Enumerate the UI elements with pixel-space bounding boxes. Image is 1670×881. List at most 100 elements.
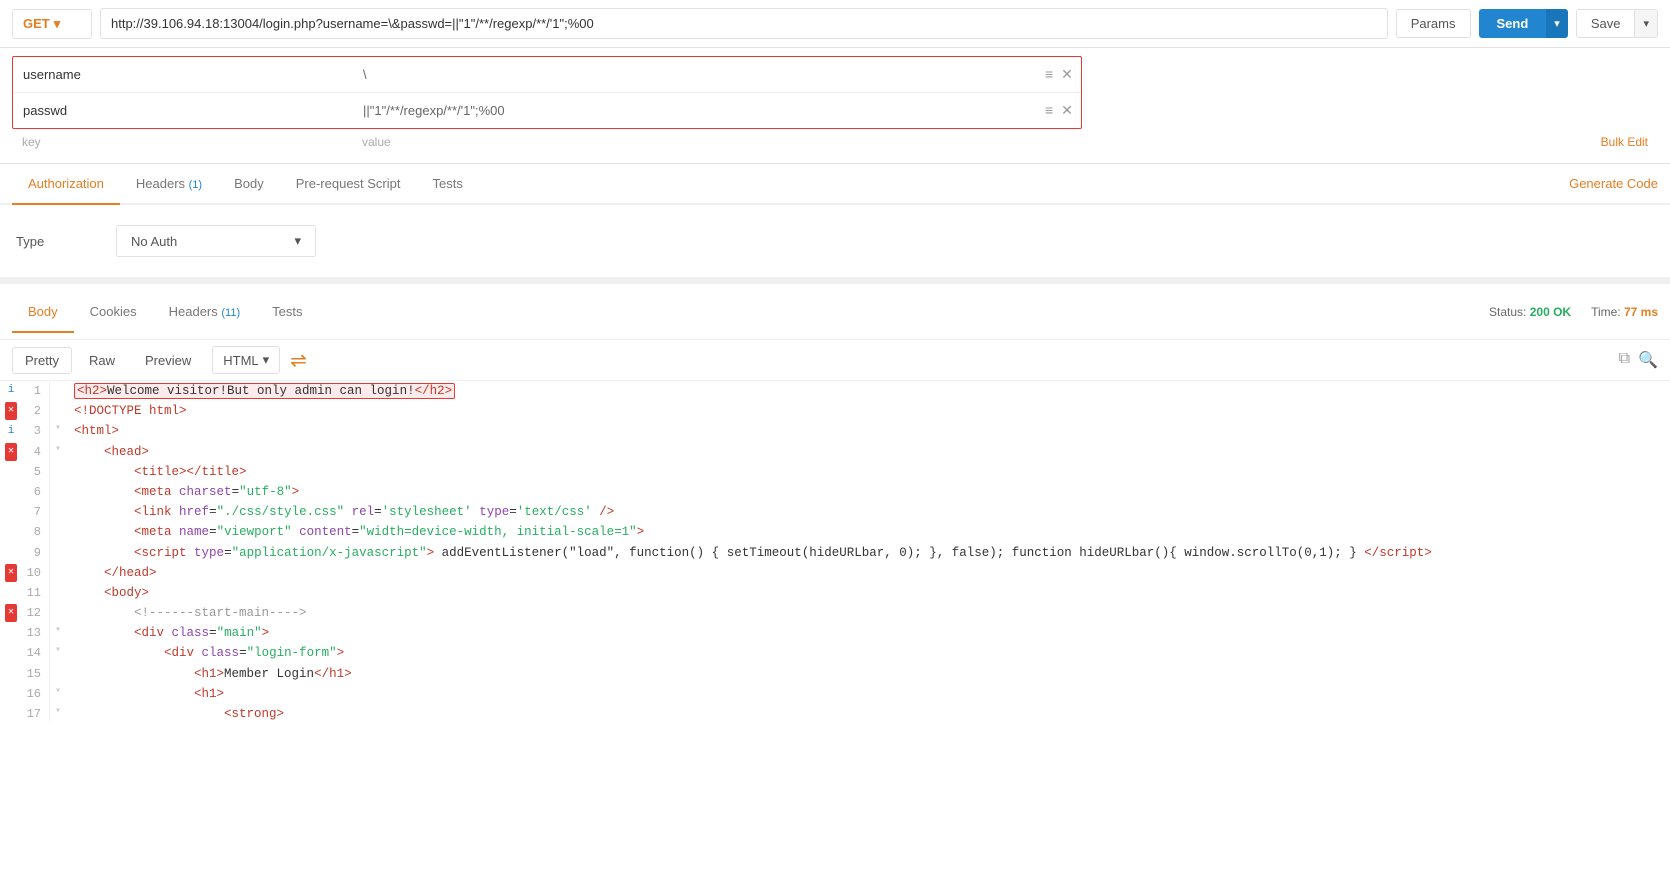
delete-icon-1[interactable]: ✕ [1061, 66, 1073, 83]
linenum-14: 14 [22, 643, 50, 663]
fold-1 [50, 381, 66, 401]
linecontent-13: <div class="main"> [66, 623, 1670, 643]
response-status: Status: 200 OK Time: 77 ms [1489, 305, 1658, 319]
fold-2 [50, 401, 66, 421]
code-line-6: 6 <meta charset="utf-8"> [0, 482, 1670, 502]
fold-16[interactable]: ▾ [50, 684, 66, 704]
fold-3[interactable]: ▾ [50, 421, 66, 441]
param-row-1: username \ ≡ ✕ [13, 57, 1081, 93]
code-line-7: 7 <link href="./css/style.css" rel='styl… [0, 502, 1670, 522]
code-line-4: ✕ 4 ▾ <head> [0, 442, 1670, 462]
view-tab-pretty[interactable]: Pretty [12, 347, 72, 374]
tab-headers[interactable]: Headers (1) [120, 164, 218, 205]
indicator-15 [0, 664, 22, 684]
fold-17[interactable]: ▾ [50, 704, 66, 721]
format-value: HTML [223, 353, 258, 368]
tab-authorization[interactable]: Authorization [12, 164, 120, 205]
save-button[interactable]: Save [1577, 10, 1635, 37]
linecontent-17: <strong> [66, 704, 1670, 721]
linecontent-2: <!DOCTYPE html> [66, 401, 1670, 421]
bulk-edit-button[interactable]: Bulk Edit [1591, 133, 1658, 151]
response-headers-badge: (11) [221, 307, 240, 319]
response-tabs-left: Body Cookies Headers (11) Tests [12, 292, 318, 331]
code-viewer[interactable]: i 1 <h2>Welcome visitor!But only admin c… [0, 381, 1670, 721]
response-header: Body Cookies Headers (11) Tests Status: … [0, 284, 1670, 340]
wrap-icon[interactable]: ⇌ [290, 348, 307, 373]
fold-15 [50, 664, 66, 684]
delete-icon-2[interactable]: ✕ [1061, 102, 1073, 119]
indicator-13 [0, 623, 22, 643]
auth-type-label: Type [16, 234, 76, 249]
response-section: Body Cookies Headers (11) Tests Status: … [0, 284, 1670, 721]
fold-14[interactable]: ▾ [50, 643, 66, 663]
save-dropdown-button[interactable]: ▾ [1634, 10, 1657, 37]
linenum-8: 8 [22, 522, 50, 542]
indicator-14 [0, 643, 22, 663]
indicator-5 [0, 462, 22, 482]
fold-8 [50, 522, 66, 542]
tab-response-headers[interactable]: Headers (11) [153, 292, 257, 333]
send-dropdown-button[interactable]: ▾ [1546, 9, 1568, 38]
reorder-icon-2[interactable]: ≡ [1045, 102, 1053, 119]
indicator-16 [0, 684, 22, 704]
tab-body[interactable]: Body [218, 164, 280, 205]
format-select[interactable]: HTML ▾ [212, 346, 280, 374]
linenum-12: 12 [22, 603, 50, 623]
linecontent-9: <script type="application/x-javascript">… [66, 543, 1670, 563]
tab-prerequest[interactable]: Pre-request Script [280, 164, 417, 205]
auth-section: Type No Auth ▾ [0, 205, 1670, 278]
view-tab-preview[interactable]: Preview [132, 347, 204, 374]
code-line-8: 8 <meta name="viewport" content="width=d… [0, 522, 1670, 542]
fold-5 [50, 462, 66, 482]
linenum-2: 2 [22, 401, 50, 421]
indicator-6 [0, 482, 22, 502]
fold-13[interactable]: ▾ [50, 623, 66, 643]
linecontent-15: <h1>Member Login</h1> [66, 664, 1670, 684]
url-input[interactable] [100, 8, 1388, 39]
linecontent-7: <link href="./css/style.css" rel='styles… [66, 502, 1670, 522]
linenum-9: 9 [22, 543, 50, 563]
reorder-icon-1[interactable]: ≡ [1045, 66, 1053, 83]
linenum-6: 6 [22, 482, 50, 502]
param-actions-1: ≡ ✕ [1045, 66, 1081, 83]
indicator-9 [0, 543, 22, 563]
code-line-16: 16 ▾ <h1> [0, 684, 1670, 704]
indicator-3: i [0, 421, 22, 441]
fold-4[interactable]: ▾ [50, 442, 66, 462]
indicator-8 [0, 522, 22, 542]
params-button[interactable]: Params [1396, 9, 1471, 38]
request-tabs: Authorization Headers (1) Body Pre-reque… [0, 164, 1670, 205]
time-label: Time: 77 ms [1591, 305, 1658, 319]
param-header-key: key [12, 133, 352, 151]
method-select[interactable]: GET ▾ [12, 9, 92, 39]
param-value-1: \ [353, 63, 1045, 86]
param-actions-2: ≡ ✕ [1045, 102, 1081, 119]
code-line-9: 9 <script type="application/x-javascript… [0, 543, 1670, 563]
auth-type-select[interactable]: No Auth ▾ [116, 225, 316, 257]
search-icon[interactable]: 🔍 [1638, 350, 1658, 370]
linenum-13: 13 [22, 623, 50, 643]
code-line-3: i 3 ▾ <html> [0, 421, 1670, 441]
linenum-17: 17 [22, 704, 50, 721]
indicator-11 [0, 583, 22, 603]
code-line-1: i 1 <h2>Welcome visitor!But only admin c… [0, 381, 1670, 401]
indicator-7 [0, 502, 22, 522]
code-line-13: 13 ▾ <div class="main"> [0, 623, 1670, 643]
send-button[interactable]: Send [1479, 9, 1547, 38]
url-bar: GET ▾ Params Send ▾ Save ▾ [0, 0, 1670, 48]
linenum-5: 5 [22, 462, 50, 482]
tab-response-body[interactable]: Body [12, 292, 74, 333]
headers-badge: (1) [189, 179, 202, 191]
generate-code-button[interactable]: Generate Code [1569, 164, 1658, 203]
tab-tests[interactable]: Tests [417, 164, 479, 205]
copy-icon[interactable]: ⧉ [1619, 350, 1630, 370]
code-line-11: 11 <body> [0, 583, 1670, 603]
view-tab-raw[interactable]: Raw [76, 347, 128, 374]
linecontent-1: <h2>Welcome visitor!But only admin can l… [66, 381, 1670, 401]
linecontent-5: <title></title> [66, 462, 1670, 482]
linenum-1: 1 [22, 381, 50, 401]
highlight-box-1: <h2>Welcome visitor!But only admin can l… [74, 383, 455, 399]
tab-response-tests[interactable]: Tests [256, 292, 318, 333]
linenum-10: 10 [22, 563, 50, 583]
tab-cookies[interactable]: Cookies [74, 292, 153, 333]
